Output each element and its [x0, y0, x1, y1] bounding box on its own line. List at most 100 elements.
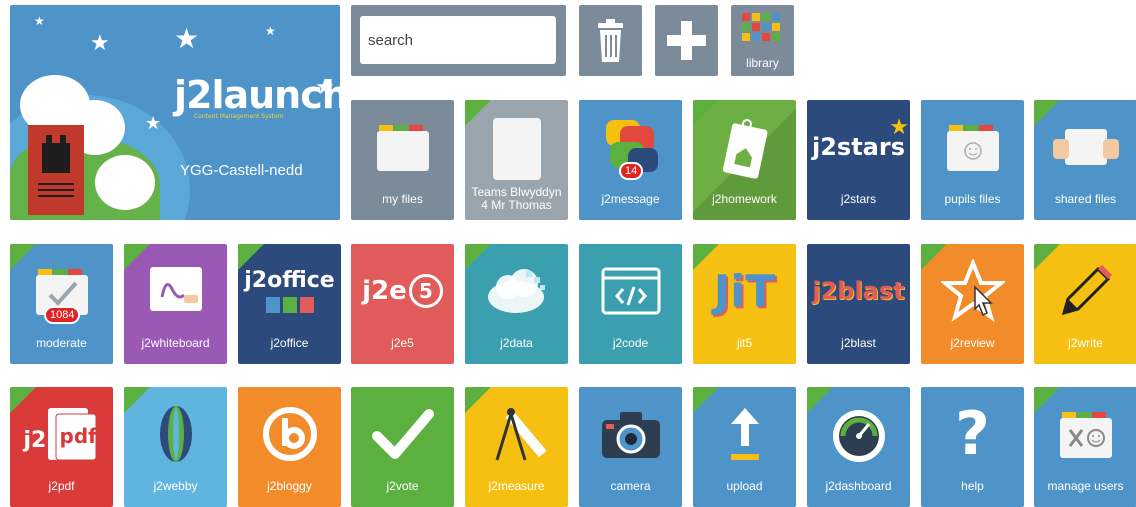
tile-pupils-files[interactable]: pupils files [921, 100, 1024, 220]
tile-j2message[interactable]: 14 j2message [579, 100, 682, 220]
pencil-icon [1061, 265, 1112, 316]
moderate-count-badge: 1084 [44, 306, 81, 324]
tile-label: j2stars [840, 192, 877, 206]
tile-j2bloggy[interactable]: j2bloggy [238, 387, 341, 507]
tile-teams-blwyddyn[interactable]: Teams Blwyddyn 4 Mr Thomas [465, 100, 568, 220]
trash-icon [598, 19, 623, 62]
question-mark-icon: ? [955, 399, 990, 469]
tile-label: camera [610, 479, 651, 493]
tile-label: j2message [601, 192, 660, 206]
tile-j2webby[interactable]: j2webby [124, 387, 227, 507]
tile-label: j2review [950, 336, 995, 350]
tile-manage-users[interactable]: manage users [1034, 387, 1136, 507]
globe-swirl-icon [159, 406, 192, 462]
tile-label: pupils files [944, 192, 1001, 206]
tile-j2blast[interactable]: j2blast j2blast [807, 244, 910, 364]
library-label: library [746, 56, 779, 70]
school-name: YGG-Castell-nedd [180, 162, 303, 179]
tile-label: moderate [36, 336, 87, 350]
upload-arrow-icon [730, 408, 759, 460]
bloggy-b-icon [262, 407, 317, 461]
j2stars-logo: j2stars ★ [812, 115, 909, 161]
tile-upload[interactable]: upload [693, 387, 796, 507]
tile-j2stars[interactable]: j2stars ★ j2stars [807, 100, 910, 220]
tile-my-files[interactable]: my files [351, 100, 454, 220]
star-cursor-icon [940, 259, 1005, 323]
message-count-badge: 14 [619, 162, 644, 180]
library-grid-icon [742, 13, 780, 41]
cloud-graphic [95, 155, 155, 210]
tile-label: j2code [612, 336, 649, 350]
code-window-icon [601, 267, 660, 315]
tools-smiley-folder-icon [1059, 412, 1112, 458]
tile-label: j2homework [712, 192, 777, 206]
tile-j2review[interactable]: j2review [921, 244, 1024, 364]
tile-j2vote[interactable]: j2vote [351, 387, 454, 507]
j2launch-logo: j2launch [174, 73, 340, 117]
j2blast-logo: j2blast [812, 277, 905, 305]
tile-label: j2blast [841, 336, 876, 350]
tile-j2pdf[interactable]: j2 pdf j2pdf [10, 387, 113, 507]
folder-icon [492, 118, 541, 180]
tile-label: jit5 [736, 336, 753, 350]
j2pdf-logo: j2 pdf [22, 404, 102, 464]
tile-j2whiteboard[interactable]: j2whiteboard [124, 244, 227, 364]
tile-label: j2e5 [391, 336, 414, 350]
tile-j2dashboard[interactable]: j2dashboard [807, 387, 910, 507]
star-icon: ★ [90, 31, 110, 56]
tile-label: manage users [1047, 479, 1124, 493]
tile-j2e5[interactable]: j2e 5 j2e5 [351, 244, 454, 364]
jit-logo: JiT [713, 265, 776, 317]
tile-shared-files[interactable]: shared files [1034, 100, 1136, 220]
tile-help[interactable]: ? help [921, 387, 1024, 507]
tile-label: j2bloggy [267, 479, 312, 493]
tile-label: j2webby [153, 479, 198, 493]
banner-subtitle: Content Management System [194, 113, 284, 120]
tile-label: j2write [1068, 336, 1103, 350]
compass-ruler-icon [495, 408, 547, 461]
star-icon: ★ [34, 14, 45, 28]
tile-j2office[interactable]: j2office j2office [238, 244, 341, 364]
star-icon: ★ [265, 24, 276, 38]
tile-label: my files [382, 192, 423, 206]
tile-moderate[interactable]: 1084 moderate [10, 244, 113, 364]
search-box [351, 5, 566, 76]
tile-label: j2dashboard [825, 479, 892, 493]
tile-label: help [961, 479, 984, 493]
school-crest [28, 125, 84, 215]
add-button[interactable] [655, 5, 718, 76]
shared-hands-icon [1052, 129, 1119, 165]
office-apps-icon [265, 296, 314, 313]
star-icon: ★ [889, 115, 909, 140]
trash-button[interactable] [579, 5, 642, 76]
tile-label-line1: Teams Blwyddyn [471, 185, 562, 199]
tile-label: j2data [500, 336, 533, 350]
tile-j2code[interactable]: j2code [579, 244, 682, 364]
camera-icon [601, 412, 660, 458]
data-cloud-icon [487, 269, 545, 313]
checkmark-icon [371, 409, 434, 459]
tile-j2data[interactable]: j2data [465, 244, 568, 364]
tile-label: j2pdf [48, 479, 75, 493]
plus-icon [667, 21, 706, 60]
star-icon: ★ [145, 113, 162, 134]
tile-j2homework[interactable]: j2homework [693, 100, 796, 220]
tile-j2write[interactable]: j2write [1034, 244, 1136, 364]
whiteboard-icon [149, 267, 202, 311]
tile-label: j2whiteboard [141, 336, 210, 350]
tile-label: shared files [1054, 192, 1117, 206]
tile-camera[interactable]: camera [579, 387, 682, 507]
tile-jit5[interactable]: JiT jit5 [693, 244, 796, 364]
folder-icon [376, 125, 429, 171]
tile-label: j2measure [488, 479, 545, 493]
j2office-logo: j2office [244, 267, 335, 293]
search-input[interactable] [360, 16, 556, 64]
library-button[interactable]: library [731, 5, 794, 76]
tile-label: upload [726, 479, 763, 493]
star-icon: ★ [174, 22, 200, 55]
tile-j2measure[interactable]: j2measure [465, 387, 568, 507]
tile-label: j2vote [386, 479, 419, 493]
j2launch-banner: ★ ★ ★ ★ ★ ★ j2launch Content Management … [10, 5, 340, 220]
homework-tag-icon [722, 119, 767, 179]
tile-label-line2: 4 Mr Thomas [481, 198, 552, 212]
